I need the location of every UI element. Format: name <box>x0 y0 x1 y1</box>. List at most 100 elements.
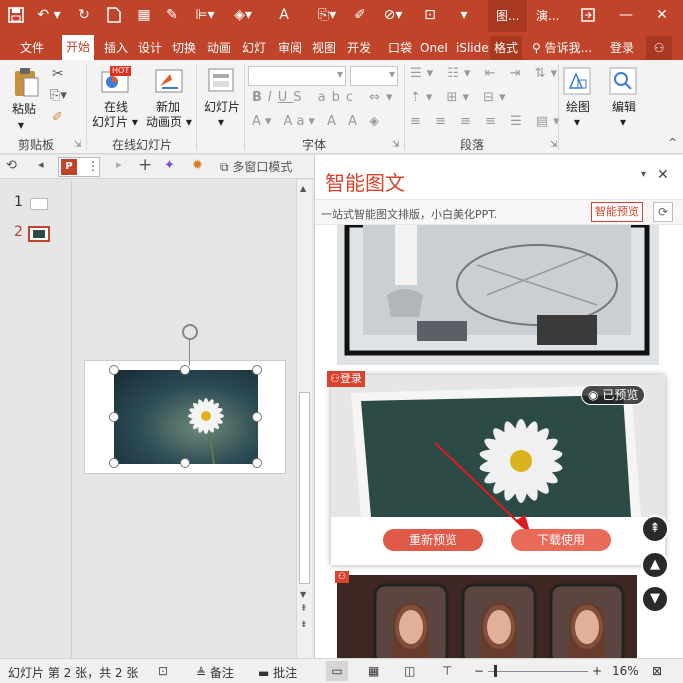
font-size-combo[interactable]: ▾ <box>350 66 398 86</box>
pane-options-icon[interactable]: ▾ <box>641 169 646 180</box>
tab-review[interactable]: 审阅 <box>276 36 304 60</box>
minimize-icon[interactable]: — <box>616 5 636 25</box>
new-file-icon[interactable] <box>104 5 124 25</box>
resize-handle[interactable] <box>180 365 190 375</box>
slideshow-icon[interactable]: ⊤ <box>442 664 452 678</box>
draw-dropdown-icon[interactable]: ▾ <box>574 115 580 129</box>
cut-icon[interactable]: ✂ <box>52 66 64 82</box>
proofing-icon[interactable]: ⊡ <box>158 664 168 678</box>
font-format-buttons[interactable]: BIUS abc ⇔▾ <box>252 90 399 105</box>
tell-me[interactable]: ⚲ 告诉我... <box>530 36 594 60</box>
resize-handle[interactable] <box>252 458 262 468</box>
tab-onenote[interactable]: OneI <box>418 36 450 60</box>
user-icon[interactable]: ⚇ <box>646 36 672 60</box>
online-slides-label-2[interactable]: 幻灯片 ▾ <box>92 115 138 129</box>
context-tab-picture[interactable]: 图... <box>488 0 528 32</box>
slide-sorter-icon[interactable]: ▦ <box>368 664 379 678</box>
dialog-launcher-icon[interactable]: ⇲ <box>74 140 82 150</box>
align-buttons[interactable]: ≡ ≡ ≡ ≡ ☰ ▤▾ <box>410 114 565 129</box>
new-animation-page-icon[interactable] <box>152 66 184 99</box>
list-buttons[interactable]: ☰▾ ☷▾ ⇤ ⇥ ⇅▾ <box>410 66 562 81</box>
eyedropper-icon[interactable]: ✎ <box>162 5 182 25</box>
collapse-ribbon-icon[interactable]: ^ <box>668 136 677 149</box>
settings-icon[interactable]: ✹ <box>192 158 203 173</box>
grid-icon[interactable]: ▦ <box>134 5 154 25</box>
reading-view-icon[interactable]: ◫ <box>404 664 415 678</box>
paragraph-dialog-launcher-icon[interactable]: ⇲ <box>550 140 558 150</box>
comments-button[interactable]: ▬ 批注 <box>258 664 297 681</box>
resize-handle[interactable] <box>109 365 119 375</box>
tab-animations[interactable]: 动画 <box>205 36 233 60</box>
fill-color-icon[interactable]: ◈▾ <box>230 5 256 25</box>
paste-label[interactable]: 粘贴 <box>12 102 36 116</box>
resize-handle[interactable] <box>252 412 262 422</box>
slide-thumbnail-2[interactable] <box>28 226 50 242</box>
find-icon[interactable] <box>608 66 638 99</box>
scrollbar-thumb[interactable] <box>299 392 310 584</box>
repreview-button[interactable]: 重新预览 <box>383 529 483 551</box>
login-link[interactable]: 登录 <box>608 36 636 60</box>
vertical-scrollbar[interactable]: ▲ ▼ ⇞ ⇟ <box>296 180 312 658</box>
resize-handle[interactable] <box>109 458 119 468</box>
new-animation-label-1[interactable]: 新加 <box>156 100 180 114</box>
template-card[interactable] <box>337 575 637 658</box>
daisy-image[interactable] <box>114 370 258 465</box>
scroll-left-icon[interactable]: ◂ <box>38 158 44 171</box>
next-slide-icon[interactable]: ⇟ <box>300 620 308 630</box>
new-animation-label-2[interactable]: 动画页 ▾ <box>146 115 192 129</box>
magic-wand-icon[interactable]: ✦ <box>164 158 175 173</box>
scroll-down-icon[interactable]: ▼ <box>300 590 306 599</box>
tab-developer[interactable]: 开发 <box>345 36 373 60</box>
paste-dropdown-icon[interactable]: ▾ <box>18 118 24 132</box>
tab-file[interactable]: 文件 <box>18 36 46 60</box>
smart-preview-button[interactable]: 智能预览 <box>591 202 643 222</box>
font-name-combo[interactable]: ▾ <box>248 66 346 86</box>
pocket-tab[interactable]: P ⋮ <box>58 157 100 177</box>
clipboard-icon[interactable]: ⎘▾ <box>314 5 340 25</box>
prev-slide-icon[interactable]: ⇞ <box>300 604 308 614</box>
direction-buttons[interactable]: ⇡▾ ⊞▾ ⊟▾ <box>410 90 511 105</box>
zoom-out-icon[interactable]: − <box>474 664 484 678</box>
rotate-handle-icon[interactable] <box>182 324 198 340</box>
history-icon[interactable]: ⟲ <box>6 158 17 173</box>
redo-icon[interactable]: ↻ <box>74 5 94 25</box>
refresh-icon[interactable]: ⟳ <box>653 202 673 222</box>
tab-view[interactable]: 视图 <box>310 36 338 60</box>
slide-thumbnail-1[interactable] <box>30 198 48 210</box>
undo-icon[interactable]: ↶ ▾ <box>34 5 64 25</box>
draw-label[interactable]: 绘图 <box>566 100 590 114</box>
resize-handle[interactable] <box>109 412 119 422</box>
scroll-up-icon[interactable]: ▲ <box>300 184 306 193</box>
save-icon[interactable] <box>6 5 26 25</box>
tab-insert[interactable]: 插入 <box>102 36 130 60</box>
copy-icon[interactable]: ⎘▾ <box>50 88 67 103</box>
resize-handle[interactable] <box>252 365 262 375</box>
download-use-button[interactable]: 下载使用 <box>511 529 611 551</box>
scroll-up-icon[interactable]: ▲ <box>641 551 669 579</box>
paste-icon[interactable] <box>12 66 40 101</box>
fit-window-icon[interactable]: ⊠ <box>652 664 662 678</box>
font-color-buttons[interactable]: A▾ Aa▾ A A ◈ <box>252 114 383 129</box>
tab-home[interactable]: 开始 <box>62 35 95 60</box>
more-options-icon[interactable]: ⋮ <box>87 159 99 173</box>
align-icon[interactable]: ⊫▾ <box>192 5 218 25</box>
crop-icon[interactable]: ⊡ <box>420 5 440 25</box>
online-slides-label-1[interactable]: 在线 <box>104 100 128 114</box>
shapes-icon[interactable] <box>562 66 592 99</box>
add-tab-icon[interactable]: + <box>138 155 152 175</box>
scroll-down-icon[interactable]: ▼ <box>641 585 669 613</box>
restore-icon[interactable] <box>578 5 598 25</box>
normal-view-icon[interactable]: ▭ <box>326 661 348 681</box>
scroll-top-icon[interactable]: ⇞ <box>641 515 669 543</box>
slide-label[interactable]: 幻灯片 <box>204 100 240 114</box>
tab-islide[interactable]: iSlide <box>454 36 491 60</box>
tab-design[interactable]: 设计 <box>136 36 164 60</box>
brush-icon[interactable]: ✐ <box>350 5 370 25</box>
tab-pocket[interactable]: 口袋 <box>386 36 414 60</box>
pane-close-icon[interactable]: ✕ <box>657 167 669 183</box>
format-painter-icon[interactable]: ✐ <box>52 110 63 125</box>
resize-handle[interactable] <box>180 458 190 468</box>
context-tab-presentation[interactable]: 演... <box>528 0 567 32</box>
tab-format[interactable]: 格式 <box>490 36 523 60</box>
no-icon[interactable]: ⊘▾ <box>380 5 406 25</box>
